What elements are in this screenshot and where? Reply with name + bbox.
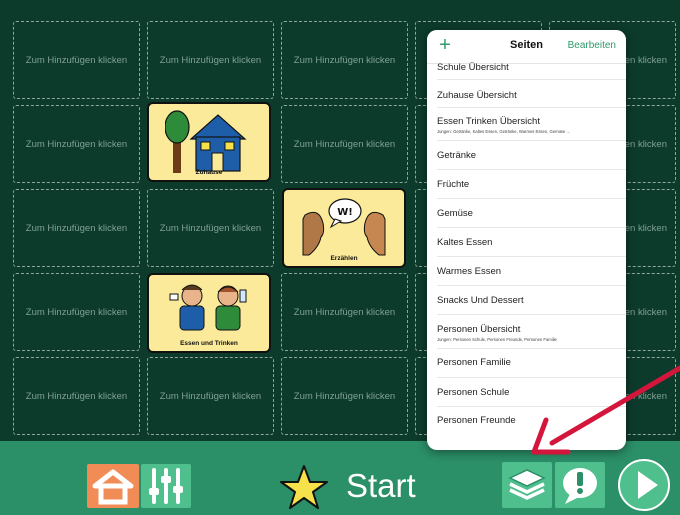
empty-cell[interactable]: Zum Hinzufügen klicken [13,21,140,99]
empty-cell[interactable]: Zum Hinzufügen klicken [281,357,408,435]
speech-alert-icon [563,468,597,504]
pages-button[interactable] [502,462,552,508]
page-item-gemuese[interactable]: Gemüse [437,199,626,228]
empty-cell[interactable]: Zum Hinzufügen klicken [281,105,408,183]
page-item-label: Personen Schule [437,387,510,398]
page-item-label: Warmes Essen [437,266,502,277]
card-label: Erzählen [330,255,358,262]
page-item-schule-uebersicht[interactable]: Schule Übersicht [437,58,626,80]
page-item-personen-schule[interactable]: Personen Schule [437,378,626,407]
play-button[interactable] [616,457,672,513]
alert-speech-button[interactable] [555,462,605,508]
home-icon [92,469,134,505]
bottom-toolbar: Start [0,441,680,515]
page-item-personen-freunde[interactable]: Personen Freunde [437,407,626,436]
start-label: Start [346,467,416,504]
page-item-label: Kaltes Essen [437,237,493,248]
page-item-snacks-und-dessert[interactable]: Snacks Und Dessert [437,286,626,315]
eat-drink-icon [169,284,247,331]
empty-cell[interactable]: Zum Hinzufügen klicken [281,21,408,99]
page-item-kaltes-essen[interactable]: Kaltes Essen [437,228,626,257]
svg-text:W!: W! [337,207,353,218]
page-item-personen-uebersicht[interactable]: Personen Übersicht Jungen: Personen Schu… [437,315,626,349]
page-item-label: Schule Übersicht [437,62,509,73]
card-essen-und-trinken[interactable]: Essen und Trinken [147,273,271,353]
card-erzaehlen[interactable]: W! Erzählen [282,188,406,268]
page-item-personen-familie[interactable]: Personen Familie [437,349,626,378]
empty-cell[interactable]: Zum Hinzufügen klicken [13,105,140,183]
page-item-label: Zuhause Übersicht [437,90,517,101]
page-item-label: Personen Freunde [437,415,516,426]
play-icon [618,459,670,511]
empty-cell[interactable]: Zum Hinzufügen klicken [147,357,274,435]
pages-stack-icon [508,469,546,500]
page-item-label: Essen Trinken Übersicht [437,116,540,127]
empty-cell[interactable]: Zum Hinzufügen klicken [281,273,408,351]
page-item-essen-trinken-uebersicht[interactable]: Essen Trinken Übersicht Jungen: Getränke… [437,108,626,141]
pages-list: Schule Übersicht Zuhause Übersicht Essen… [427,62,626,436]
page-item-subtitle: Jungen: Getränke, Kaltes Essen, Getränke… [437,129,570,134]
page-item-label: Personen Übersicht [437,324,521,335]
page-item-label: Früchte [437,179,470,190]
page-item-fruechte[interactable]: Früchte [437,170,626,199]
page-item-zuhause-uebersicht[interactable]: Zuhause Übersicht [437,80,626,108]
page-item-label: Getränke [437,150,477,161]
empty-cell[interactable]: Zum Hinzufügen klicken [147,21,274,99]
empty-cell[interactable]: Zum Hinzufügen klicken [13,357,140,435]
page-item-label: Gemüse [437,208,473,219]
page-item-getraenke[interactable]: Getränke [437,141,626,170]
star-icon [280,465,328,509]
page-item-subtitle: Jungen: Personen Schule, Personen Freund… [437,337,557,342]
settings-sliders-button[interactable] [141,464,191,508]
home-button[interactable] [87,464,139,508]
card-zuhause[interactable]: Zuhause [147,102,271,182]
talk-faces-icon: W! [302,198,386,256]
card-label: Essen und Trinken [180,340,238,347]
pages-popover: + Seiten Bearbeiten Schule Übersicht Zuh… [427,30,626,450]
house-icon [165,110,247,173]
empty-cell[interactable]: Zum Hinzufügen klicken [147,189,274,267]
empty-cell[interactable]: Zum Hinzufügen klicken [13,273,140,351]
sliders-icon [149,468,183,504]
page-item-label: Personen Familie [437,357,511,368]
edit-button[interactable]: Bearbeiten [568,40,616,51]
page-item-warmes-essen[interactable]: Warmes Essen [437,257,626,286]
card-label: Zuhause [195,169,223,176]
page-item-label: Snacks Und Dessert [437,295,524,306]
empty-cell[interactable]: Zum Hinzufügen klicken [13,189,140,267]
